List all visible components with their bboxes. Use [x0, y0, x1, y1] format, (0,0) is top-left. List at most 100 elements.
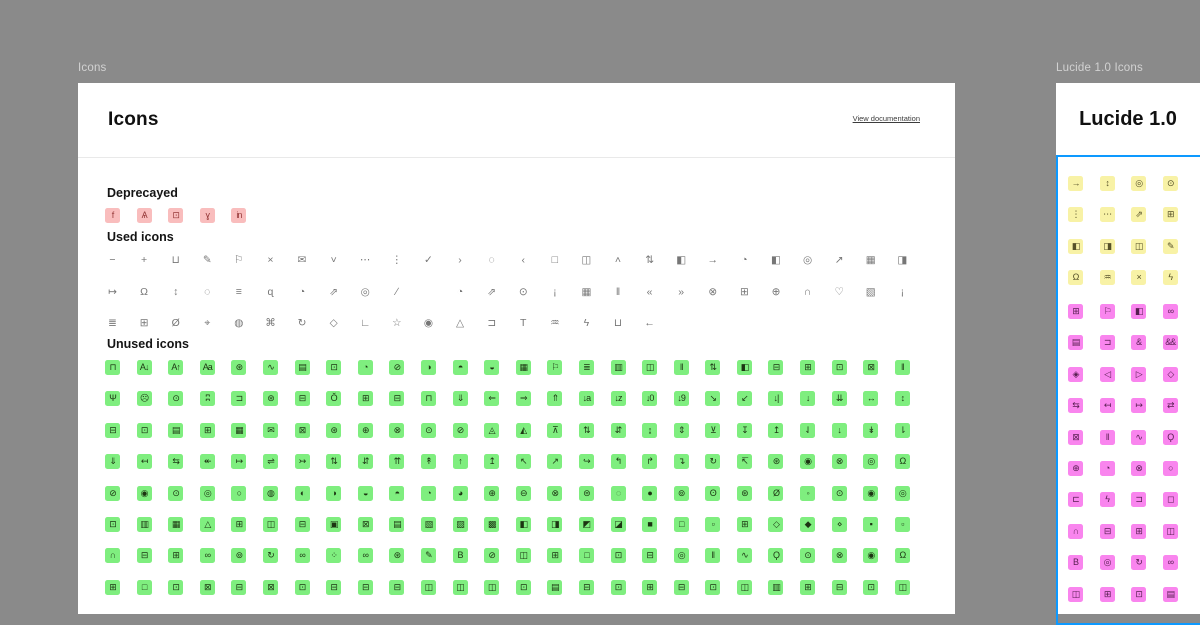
clock-icon[interactable]: ◔ [295, 285, 310, 300]
unused-icon[interactable]: ▥ [136, 517, 152, 532]
unused-icon[interactable]: ↕ [894, 391, 910, 407]
new-icon[interactable]: ‖ [1099, 429, 1115, 445]
unused-icon[interactable]: ⇅ [326, 454, 342, 470]
new-icon[interactable]: ∞ [1162, 304, 1178, 319]
new-icon[interactable]: ϟ [1099, 492, 1115, 508]
unused-icon[interactable]: ↖ [515, 454, 531, 470]
layout-grid-icon[interactable]: ⊞ [137, 316, 152, 331]
new-icon[interactable]: B [1068, 555, 1083, 571]
info-icon[interactable]: ¡ [895, 285, 910, 300]
plus-icon[interactable]: + [137, 253, 152, 268]
unused-icon[interactable]: ⊟ [831, 579, 847, 595]
new-icon[interactable]: ○ [1162, 461, 1178, 476]
unused-icon[interactable]: ▤ [294, 360, 310, 375]
unused-icon[interactable]: ⊠ [294, 422, 310, 438]
globe-icon[interactable]: ⊕ [768, 285, 783, 300]
chevron-up-icon[interactable]: ˄ [611, 253, 626, 268]
unused-icon[interactable]: ⊟ [357, 579, 373, 595]
unused-icon[interactable]: ◎ [863, 454, 879, 470]
unused-icon[interactable]: ↥ [768, 422, 784, 438]
unused-icon[interactable]: ◎ [894, 485, 910, 501]
unused-icon[interactable]: ⇂ [894, 422, 910, 438]
unused-icon[interactable]: ⊛ [326, 422, 342, 438]
unused-icon[interactable]: ⊻ [705, 422, 721, 438]
unused-icon[interactable]: ◑ [420, 360, 436, 375]
unused-icon[interactable]: ⊗ [547, 485, 563, 501]
unused-icon[interactable]: □ [136, 579, 152, 595]
unused-icon[interactable]: ↗ [547, 454, 563, 470]
new-icon[interactable]: ⇄ [1162, 398, 1178, 414]
unused-icon[interactable]: ◒ [484, 360, 500, 375]
circle-check-icon[interactable]: ◎ [358, 285, 373, 300]
panel-left-icon[interactable]: ◧ [768, 253, 783, 268]
unused-icon[interactable]: ↓| [768, 391, 784, 407]
unused-icon[interactable]: ⇑ [547, 391, 563, 407]
mail-icon[interactable]: ✉ [295, 253, 310, 268]
unused-icon[interactable]: ↓z [610, 391, 626, 407]
unused-icon[interactable]: ‖ [894, 360, 910, 375]
unused-icon[interactable]: Ϙ [768, 548, 784, 564]
headphones-icon[interactable]: ∩ [800, 285, 815, 300]
unused-icon[interactable]: ⊡ [831, 360, 847, 375]
new-icon[interactable]: ⊠ [1068, 429, 1083, 445]
unused-icon[interactable]: ↧ [736, 422, 752, 438]
unused-icon[interactable]: ⊞ [231, 517, 247, 532]
unused-icon[interactable]: ⇅ [578, 422, 594, 438]
unused-icon[interactable]: ▤ [389, 517, 405, 532]
unused-icon[interactable]: ⊙ [168, 485, 184, 501]
unused-icon[interactable]: ◫ [452, 579, 468, 595]
view-documentation-link[interactable]: View documentation [853, 114, 920, 123]
user-icon[interactable]: Ω [137, 285, 152, 300]
unused-icon[interactable]: ▫ [705, 517, 721, 532]
wifi-icon[interactable]: ♒ [547, 316, 562, 331]
unused-icon[interactable]: ⇐ [484, 391, 500, 407]
unused-icon[interactable]: ◉ [863, 485, 879, 501]
arrow-up-down-icon[interactable]: ↕ [1099, 176, 1115, 191]
more-vertical-icon[interactable]: ⋮ [1068, 207, 1083, 223]
puzzle-icon[interactable]: ⌘ [263, 316, 278, 331]
unused-icon[interactable]: ◫ [894, 579, 910, 595]
truck-icon[interactable]: ⊐ [484, 316, 499, 331]
unused-icon[interactable]: ⊞ [800, 579, 816, 595]
signal-icon[interactable]: ∟ [358, 316, 373, 331]
unused-icon[interactable]: A↑ [168, 360, 184, 375]
unused-icon[interactable]: ⊡ [105, 517, 120, 532]
unused-icon[interactable]: ↣ [294, 454, 310, 470]
panel-left-close-icon[interactable]: ◧ [674, 253, 689, 268]
more-vertical-icon[interactable]: ⋮ [389, 253, 404, 268]
new-icon[interactable]: ▤ [1162, 586, 1178, 602]
unused-icon[interactable]: ⊙ [831, 485, 847, 501]
unused-icon[interactable]: ⊟ [389, 391, 405, 407]
new-icon[interactable]: ⊟ [1099, 523, 1115, 539]
unused-icon[interactable]: ⇵ [357, 454, 373, 470]
unused-icon[interactable]: ⇈ [389, 454, 405, 470]
unused-icon[interactable]: ⇵ [610, 422, 626, 438]
unused-icon[interactable]: A↓ [136, 360, 152, 375]
unused-icon[interactable]: ▧ [420, 517, 436, 532]
unused-icon[interactable]: ◨ [547, 517, 563, 532]
unused-icon[interactable]: ⇓ [105, 454, 120, 470]
new-icon[interactable]: ↤ [1099, 398, 1115, 414]
unused-icon[interactable]: ⊙ [800, 548, 816, 564]
unused-icon[interactable]: ▨ [452, 517, 468, 532]
unused-icon[interactable]: ⇕ [673, 422, 689, 438]
new-icon[interactable]: ↻ [1131, 555, 1147, 571]
new-icon[interactable]: & [1131, 335, 1147, 351]
unused-icon[interactable]: ⊞ [800, 360, 816, 375]
refresh-cw-icon[interactable]: ↻ [295, 316, 310, 331]
unused-icon[interactable]: ⊞ [357, 391, 373, 407]
unused-icon[interactable]: ◇ [768, 517, 784, 532]
log-out-icon[interactable]: ↦ [105, 285, 120, 300]
unused-icon[interactable]: ⊙ [168, 391, 184, 407]
bookmark-icon[interactable]: ⚐ [231, 253, 246, 268]
unused-icon[interactable]: ʭ [199, 391, 215, 407]
chevron-right-icon[interactable]: › [453, 253, 468, 268]
new-icon[interactable]: ▤ [1068, 335, 1083, 351]
calendar-icon[interactable]: ▦ [863, 253, 878, 268]
unused-icon[interactable]: ⊡ [294, 579, 310, 595]
unused-icon[interactable]: ◭ [515, 422, 531, 438]
unused-icon[interactable]: ▫ [894, 517, 910, 532]
unused-icon[interactable]: ⊛ [736, 485, 752, 501]
unused-icon[interactable]: □ [673, 517, 689, 532]
unused-icon[interactable]: ▦ [231, 422, 247, 438]
